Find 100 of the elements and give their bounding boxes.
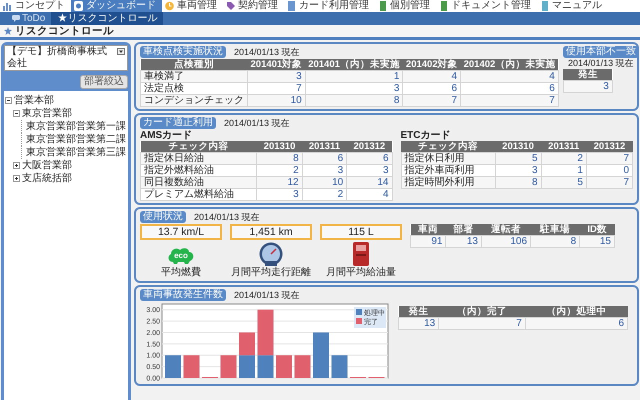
bar [239, 332, 255, 356]
nav-tab[interactable]: マニュアル [537, 0, 608, 12]
nav-tab[interactable]: 車両管理 [162, 0, 223, 12]
table-cell: 8 [495, 176, 542, 188]
column-header: 201310 [495, 141, 542, 152]
column-header: 車両 [410, 224, 446, 236]
tree-item[interactable]: 東京営業部営業第三課 [26, 146, 126, 159]
dashboard-icon [74, 1, 83, 11]
table-cell: コンデションチェック [140, 94, 248, 106]
tree-item[interactable]: 東京営業部営業第二課 [26, 133, 126, 146]
metric-label: 月間平均給油量 [326, 267, 396, 279]
table-cell: 4 [402, 70, 461, 82]
table-cell: 8 [530, 236, 580, 248]
chat-icon [12, 15, 20, 22]
card-icon [287, 1, 296, 11]
column-header: 点検種別 [140, 59, 248, 70]
table-cell: 2 [302, 188, 347, 200]
metric-value: 115 L [320, 224, 402, 240]
filter-button[interactable]: 部署絞込 [80, 75, 128, 89]
table-cell: 7 [460, 94, 558, 106]
page-title: リスクコントロール [15, 24, 114, 38]
table-cell: 車検満了 [140, 70, 248, 82]
table-cell: 6 [525, 318, 628, 330]
tree-item[interactable]: 東京営業部 [22, 107, 72, 120]
section-label: カード適正利用 [140, 117, 216, 129]
date-text: 2014/01/13 現在 [194, 212, 260, 222]
bar [294, 355, 310, 378]
column-header: 201402（内）未実施 [460, 59, 558, 70]
section-label: 使用状況 [140, 211, 186, 223]
collapse-icon[interactable] [13, 110, 20, 117]
company-select[interactable]: 【デモ】折橋商事株式会社 [4, 45, 128, 71]
nav-tab[interactable]: 契約管理 [223, 0, 284, 12]
book-icon [540, 1, 549, 11]
table-cell: 6 [302, 152, 347, 164]
metric-label: 月間平均走行距離 [231, 267, 311, 279]
book-icon [439, 1, 448, 11]
nav-tab[interactable]: ドキュメント管理 [436, 0, 537, 12]
tree-item[interactable]: 支店統括部 [22, 172, 72, 185]
bar [239, 355, 255, 378]
table-title: ETCカード [400, 130, 452, 141]
tree-item[interactable]: 東京営業部営業第一課 [26, 120, 126, 133]
expand-icon[interactable] [13, 175, 20, 182]
nav-tab[interactable]: ダッシュボード [71, 0, 162, 12]
table-cell: 14 [346, 176, 392, 188]
nav-tab[interactable]: 個別管理 [375, 0, 436, 12]
tree-item[interactable]: 営業本部 [14, 94, 54, 107]
column-header: （内）処理中 [525, 306, 628, 318]
chart-legend [354, 307, 386, 328]
bar [184, 355, 200, 378]
table-cell: 7 [402, 94, 461, 106]
table-cell: 同日複数給油 [140, 176, 257, 188]
metric-value: 13.7 km/L [140, 224, 222, 240]
collapse-icon[interactable] [5, 97, 12, 104]
table-cell: 6 [346, 152, 392, 164]
bar [313, 332, 329, 378]
column-header: 運転者 [481, 224, 531, 236]
bar [276, 355, 292, 378]
bar [332, 355, 348, 378]
table-cell: 10 [302, 176, 347, 188]
expand-icon[interactable] [13, 162, 20, 169]
column-header: 201401（内）未実施 [305, 59, 403, 70]
column-header: 発生 [563, 69, 612, 81]
tab[interactable]: ToDo [6, 12, 52, 25]
bar [220, 355, 236, 378]
bar [165, 355, 181, 378]
table-cell: 8 [256, 152, 302, 164]
table-cell: 1 [305, 70, 403, 82]
book-icon [378, 1, 387, 11]
column-header: （内）完了 [438, 306, 526, 318]
table-cell: 7 [586, 176, 632, 188]
table-cell: 4 [346, 188, 392, 200]
tag-icon [226, 1, 235, 11]
date-text: 2014/01/13 現在 [224, 118, 290, 128]
table-cell: 指定時間外利用 [401, 176, 496, 188]
column-header: 201312 [586, 141, 632, 152]
table-cell: 5 [541, 176, 586, 188]
nav-tab[interactable]: カード利用管理 [284, 0, 375, 12]
table-cell: 7 [586, 152, 632, 164]
tab[interactable]: ★リスクコントロール [51, 12, 164, 25]
metric-label: 平均燃費 [161, 267, 201, 279]
table-cell: 106 [481, 236, 531, 248]
column-header: チェック内容 [140, 141, 257, 152]
column-header: 201401対象 [248, 59, 306, 70]
bar-chart-icon [3, 1, 12, 11]
table-title: AMSカード [140, 130, 194, 141]
date-text: 2014/01/13 現在 [234, 46, 300, 58]
section-label: 使用本部不一致 [562, 46, 639, 58]
table-cell: 指定休日利用 [401, 152, 496, 164]
tree-item[interactable]: 大阪営業部 [22, 159, 72, 172]
table-cell: 13 [446, 236, 482, 248]
column-header: 201402対象 [402, 59, 461, 70]
table-cell: 10 [248, 94, 306, 106]
table-cell: 2 [541, 152, 586, 164]
table-cell: 指定休日給油 [140, 152, 257, 164]
column-header: 201311 [302, 141, 347, 152]
table-cell: 3 [563, 80, 612, 93]
table-cell: 5 [495, 152, 542, 164]
metric-value: 1,451 km [230, 224, 312, 240]
table-cell: 3 [256, 188, 302, 200]
column-header: 発生 [398, 306, 439, 318]
